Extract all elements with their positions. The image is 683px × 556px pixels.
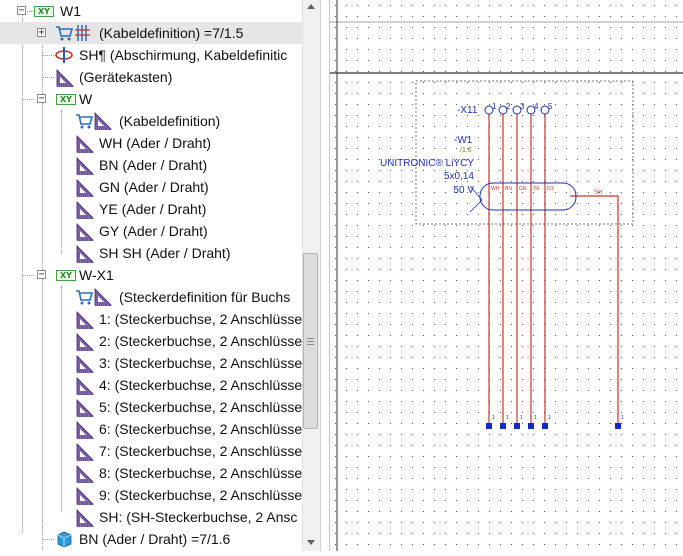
shield-label: SH xyxy=(594,190,602,196)
pin-number: 5 xyxy=(548,102,553,111)
tree-item[interactable]: GY (Ader / Draht) xyxy=(0,220,302,242)
tree-item-label: SH¶ (Abschirmung, Kabeldefinitic xyxy=(79,47,288,63)
tree-item[interactable]: 7: (Steckerbuchse, 2 Anschlüsse xyxy=(0,440,302,462)
grid-dots xyxy=(330,0,683,551)
terminal-1 xyxy=(486,423,492,429)
tree-item[interactable]: 5: (Steckerbuchse, 2 Anschlüsse xyxy=(0,396,302,418)
tree-item-label: 3: (Steckerbuchse, 2 Anschlüsse xyxy=(99,355,302,371)
pin-number: 4 xyxy=(534,102,539,111)
core-label: WH xyxy=(491,186,500,192)
tree-item[interactable]: 8: (Steckerbuchse, 2 Anschlüsse xyxy=(0,462,302,484)
tree-item-label: (Kabeldefinition) =7/1.5 xyxy=(99,25,244,41)
terminal-number: 1 xyxy=(534,415,537,421)
tree-item-label: W1 xyxy=(60,3,81,19)
tree-item-label: YE (Ader / Draht) xyxy=(99,201,207,217)
scroll-down-arrow-icon[interactable] xyxy=(307,540,315,545)
tree-item[interactable]: BN (Ader / Draht) =7/1.6 xyxy=(0,528,302,550)
terminal-2 xyxy=(500,423,506,429)
tree-item[interactable]: XY W1 xyxy=(0,0,302,22)
tree-item-label: 9: (Steckerbuchse, 2 Anschlüsse xyxy=(99,487,302,503)
tree-item-label: GN (Ader / Draht) xyxy=(99,179,209,195)
tree-item-label: W-X1 xyxy=(79,267,114,283)
terminal-number: 1 xyxy=(506,415,509,421)
tree-item[interactable]: (Kabeldefinition) xyxy=(0,110,302,132)
tree-item-label: BN (Ader / Draht) xyxy=(99,157,208,173)
pin-number: 2 xyxy=(506,102,511,111)
grip-icon xyxy=(307,338,314,339)
tree-item-label: BN (Ader / Draht) =7/1.6 xyxy=(79,531,231,547)
terminal-3 xyxy=(514,423,520,429)
tree-item[interactable]: 6: (Steckerbuchse, 2 Anschlüsse xyxy=(0,418,302,440)
tree-item[interactable]: 9: (Steckerbuchse, 2 Anschlüsse xyxy=(0,484,302,506)
tree-item-label: SH SH (Ader / Draht) xyxy=(99,245,231,261)
tree-item-label: (Kabeldefinition) xyxy=(119,113,221,129)
core-label: YE xyxy=(533,186,540,192)
tree-item-label: 4: (Steckerbuchse, 2 Anschlüsse xyxy=(99,377,302,393)
terminal-number: 1 xyxy=(621,415,624,421)
project-tree[interactable]: XY W1 (Kabeldefinition) =7/1.5 SH¶ (Abschir… xyxy=(0,0,302,551)
tree-item-label: GY (Ader / Draht) xyxy=(99,223,208,239)
pin-number: 3 xyxy=(520,102,525,111)
tree-item-label: 7: (Steckerbuchse, 2 Anschlüsse xyxy=(99,443,302,459)
collapse-icon[interactable]: − xyxy=(37,94,46,104)
cube-icon xyxy=(55,530,73,551)
core-label: BN xyxy=(505,186,512,192)
tree-item[interactable]: (Steckerdefinition für Buchs xyxy=(0,286,302,308)
tree-item-label: SH: (SH-Steckerbuchse, 2 Ansc xyxy=(99,509,298,525)
tree-item[interactable]: 4: (Steckerbuchse, 2 Anschlüsse xyxy=(0,374,302,396)
tree-item[interactable]: WH (Ader / Draht) xyxy=(0,132,302,154)
collapse-icon[interactable]: − xyxy=(17,6,26,16)
scroll-up-arrow-icon[interactable] xyxy=(307,4,315,9)
tree-item[interactable]: BN (Ader / Draht) xyxy=(0,154,302,176)
tree-item[interactable]: YE (Ader / Draht) xyxy=(0,198,302,220)
terminal-6 xyxy=(615,423,621,429)
core-label: GY xyxy=(547,186,555,192)
collapse-icon[interactable]: − xyxy=(37,270,46,280)
terminal-number: 1 xyxy=(520,415,523,421)
pin-number: 1 xyxy=(492,102,497,111)
terminal-number: 1 xyxy=(548,415,551,421)
cable-label: -W1 xyxy=(454,135,473,146)
cable-type: UNITRONIC® LiYCY xyxy=(380,158,474,169)
tree-item[interactable]: 2: (Steckerbuchse, 2 Anschlüsse xyxy=(0,330,302,352)
tree-item-label: 5: (Steckerbuchse, 2 Anschlüsse xyxy=(99,399,302,415)
tree-item[interactable]: SH SH (Ader / Draht) xyxy=(0,242,302,264)
schematic-drawing: 1 2 3 4 5WH BN GN YE GY1 1 1 1 1 1 -X11 -W1 /1.6 UNIT… xyxy=(330,0,683,551)
tree-item[interactable]: (Gerätekasten) xyxy=(0,66,302,88)
terminal-4 xyxy=(528,423,534,429)
tree-item-label: 6: (Steckerbuchse, 2 Anschlüsse xyxy=(99,421,302,437)
tree-item-label: W xyxy=(79,91,93,107)
tree-item-label: 8: (Steckerbuchse, 2 Anschlüsse xyxy=(99,465,302,481)
cable-ref: /1.6 xyxy=(460,147,472,154)
tree-item[interactable]: SH¶ (Abschirmung, Kabeldefinitic xyxy=(0,44,302,66)
cable-section: 5x0,14 xyxy=(444,171,474,182)
tree-item[interactable]: SH: (SH-Steckerbuchse, 2 Ansc xyxy=(0,506,302,528)
tree-item[interactable]: 3: (Steckerbuchse, 2 Anschlüsse xyxy=(0,352,302,374)
tree-item-label: (Gerätekasten) xyxy=(79,69,173,85)
connector-label: -X11 xyxy=(457,105,478,116)
tree-item-label: 1: (Steckerbuchse, 2 Anschlüsse xyxy=(99,311,302,327)
schematic-canvas[interactable]: 1 2 3 4 5 WH BN GN YE GY 1 1 1 1 1 1 -X11 -W1 /1.6 UNIT… xyxy=(329,0,683,551)
core-label: GN xyxy=(519,186,527,192)
expand-icon[interactable]: + xyxy=(37,28,46,38)
terminal-5 xyxy=(542,423,548,429)
terminal-number: 1 xyxy=(492,415,495,421)
cable-voltage: 50 V xyxy=(453,185,474,196)
tree-item-label: WH (Ader / Draht) xyxy=(99,135,212,151)
tree-scrollbar-thumb[interactable] xyxy=(303,253,318,429)
tree-item-label: 2: (Steckerbuchse, 2 Anschlüsse xyxy=(99,333,302,349)
tree-item[interactable]: 1: (Steckerbuchse, 2 Anschlüsse xyxy=(0,308,302,330)
tree-item[interactable]: GN (Ader / Draht) xyxy=(0,176,302,198)
tree-item-label: (Steckerdefinition für Buchs xyxy=(119,289,291,305)
